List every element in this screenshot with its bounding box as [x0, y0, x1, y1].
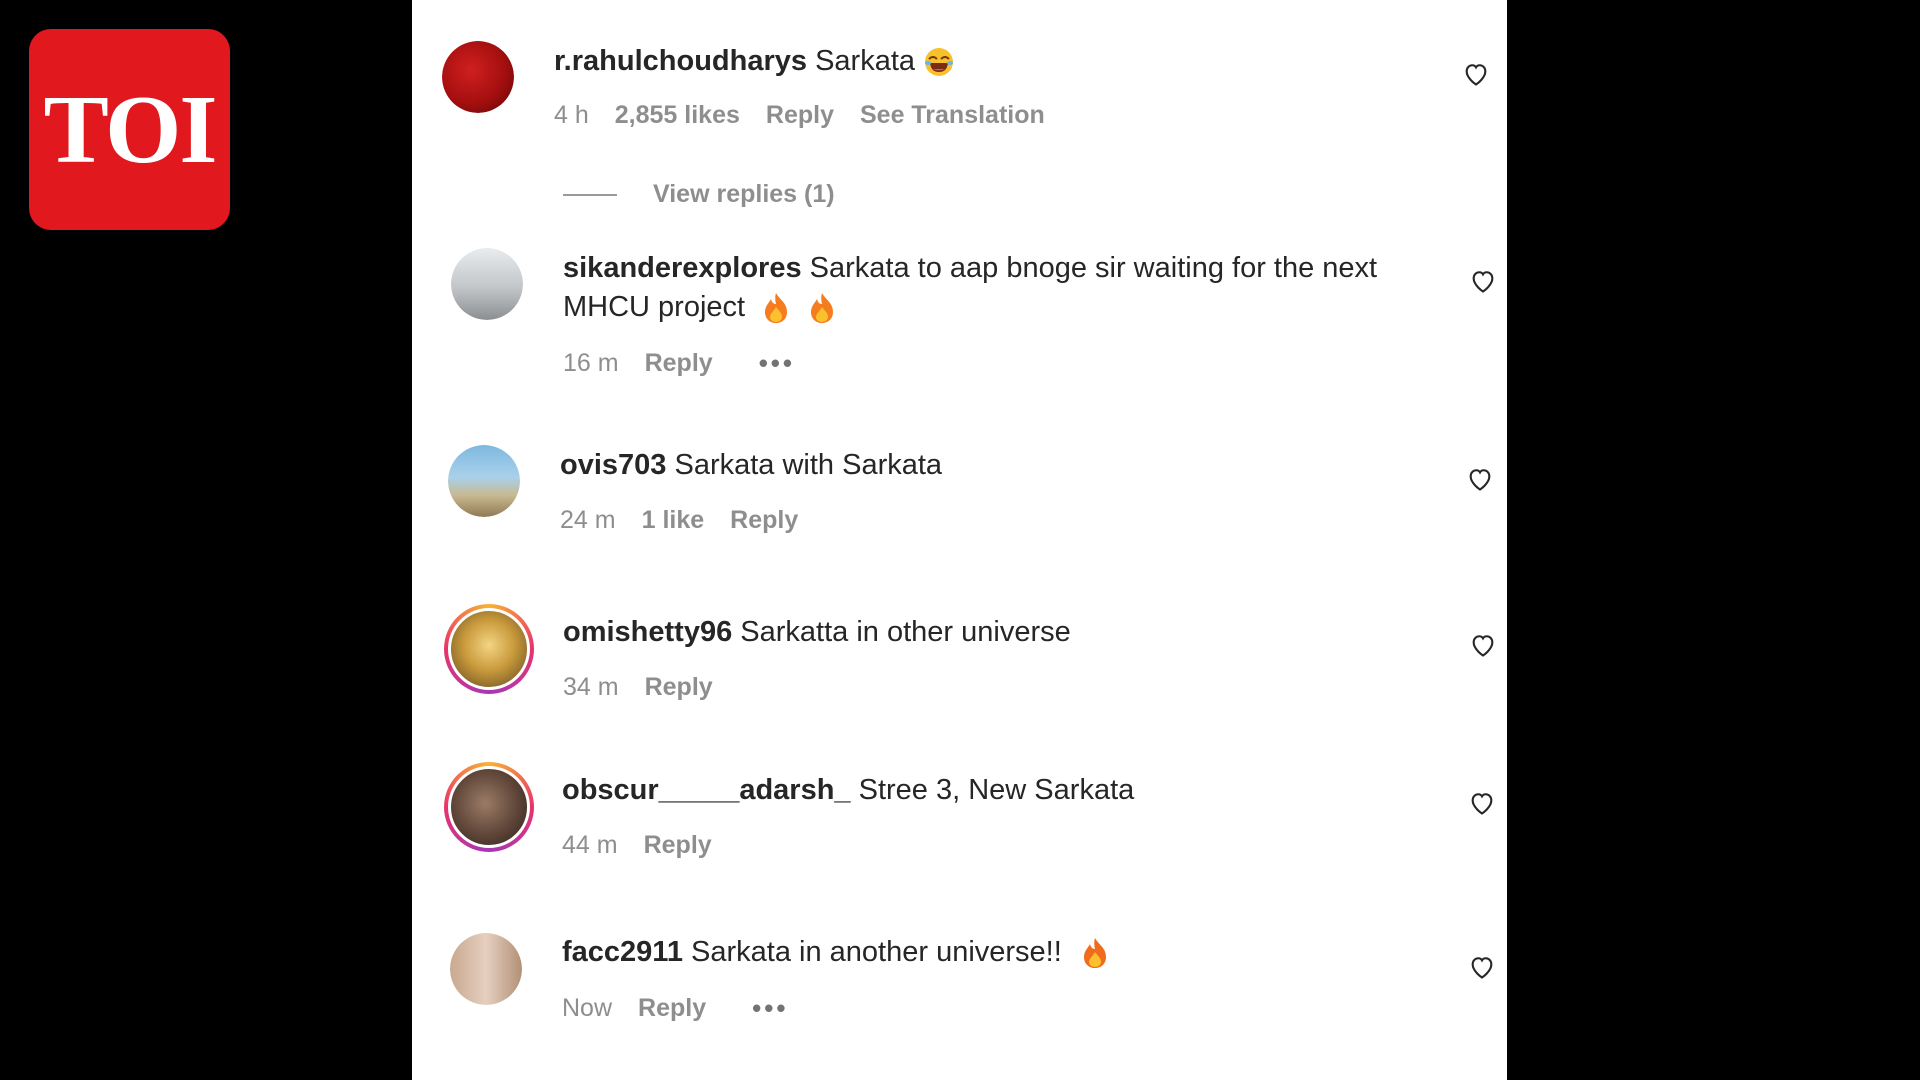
timestamp: 24 m	[560, 506, 616, 534]
comment-line: obscur_____adarsh_ Stree 3, New Sarkata	[562, 774, 1134, 807]
username-link[interactable]: r.rahulchoudharys	[554, 45, 807, 77]
avatar[interactable]	[442, 41, 514, 113]
comment-line: facc2911 Sarkata in another universe!!	[562, 936, 1110, 970]
timestamp: 44 m	[562, 831, 618, 859]
timestamp: 16 m	[563, 349, 619, 377]
likes-count[interactable]: 2,855 likes	[615, 101, 740, 130]
timestamp: 4 h	[554, 101, 589, 129]
toi-logo: TOI	[29, 29, 230, 230]
comment-line: ovis703 Sarkata with Sarkata	[560, 449, 942, 482]
comment-meta: 34 m Reply	[563, 673, 713, 702]
logo-text: TOI	[43, 75, 218, 184]
username-link[interactable]: ovis703	[560, 449, 666, 481]
username-link[interactable]: omishetty96	[563, 616, 732, 648]
username-link[interactable]: obscur_____adarsh_	[562, 774, 851, 806]
username-link[interactable]: facc2911	[562, 936, 683, 968]
heart-outline-icon[interactable]	[1469, 631, 1497, 659]
comment-text: Sarkata	[815, 45, 916, 77]
avatar-with-story-ring[interactable]	[444, 604, 534, 694]
comment-meta: 16 m Reply •••	[563, 348, 795, 379]
divider	[563, 193, 617, 196]
fire-emoji-icon	[765, 293, 788, 324]
heart-outline-icon[interactable]	[1466, 465, 1494, 493]
view-replies-button[interactable]: View replies (1)	[563, 180, 835, 209]
timestamp: Now	[562, 994, 613, 1022]
reply-button[interactable]: Reply	[645, 349, 713, 378]
reply-button[interactable]: Reply	[638, 994, 706, 1023]
comment-meta: 44 m Reply	[562, 831, 712, 860]
username-link[interactable]: sikanderexplores	[563, 252, 802, 284]
more-options-icon[interactable]: •••	[752, 993, 788, 1024]
avatar-with-story-ring[interactable]	[444, 762, 534, 852]
reply-button[interactable]: Reply	[644, 831, 712, 860]
heart-outline-icon[interactable]	[1468, 953, 1496, 981]
heart-outline-icon[interactable]	[1469, 267, 1497, 295]
comment-meta: 24 m 1 like Reply	[560, 506, 798, 535]
reply-button[interactable]: Reply	[645, 673, 713, 702]
avatar[interactable]	[450, 933, 522, 1005]
view-replies-label: View replies (1)	[653, 180, 835, 208]
fire-emoji-icon	[811, 293, 834, 324]
comment-line: sikanderexplores Sarkata to aap bnoge si…	[563, 249, 1433, 327]
laughing-emoji-icon	[925, 48, 954, 77]
likes-count[interactable]: 1 like	[642, 506, 705, 535]
comments-panel: r.rahulchoudharys Sarkata 4 h 2,855 like…	[412, 0, 1507, 1080]
avatar[interactable]	[448, 445, 520, 517]
fire-emoji-icon	[1083, 938, 1106, 969]
comment-text: Sarkata with Sarkata	[674, 449, 943, 481]
timestamp: 34 m	[563, 673, 619, 701]
comment-line: r.rahulchoudharys Sarkata	[554, 45, 955, 78]
reply-button[interactable]: Reply	[766, 101, 834, 130]
see-translation-button[interactable]: See Translation	[860, 101, 1045, 130]
heart-outline-icon[interactable]	[1468, 789, 1496, 817]
comment-line: omishetty96 Sarkatta in other universe	[563, 616, 1071, 649]
reply-button[interactable]: Reply	[730, 506, 798, 535]
comment-text: Sarkata in another universe!!	[691, 936, 1062, 968]
avatar[interactable]	[451, 248, 523, 320]
more-options-icon[interactable]: •••	[759, 348, 795, 379]
comment-meta: Now Reply •••	[562, 993, 788, 1024]
comment-text: Stree 3, New Sarkata	[858, 774, 1135, 806]
heart-outline-icon[interactable]	[1462, 60, 1490, 88]
comment-text: Sarkatta in other universe	[740, 616, 1071, 648]
comment-meta: 4 h 2,855 likes Reply See Translation	[554, 101, 1045, 130]
